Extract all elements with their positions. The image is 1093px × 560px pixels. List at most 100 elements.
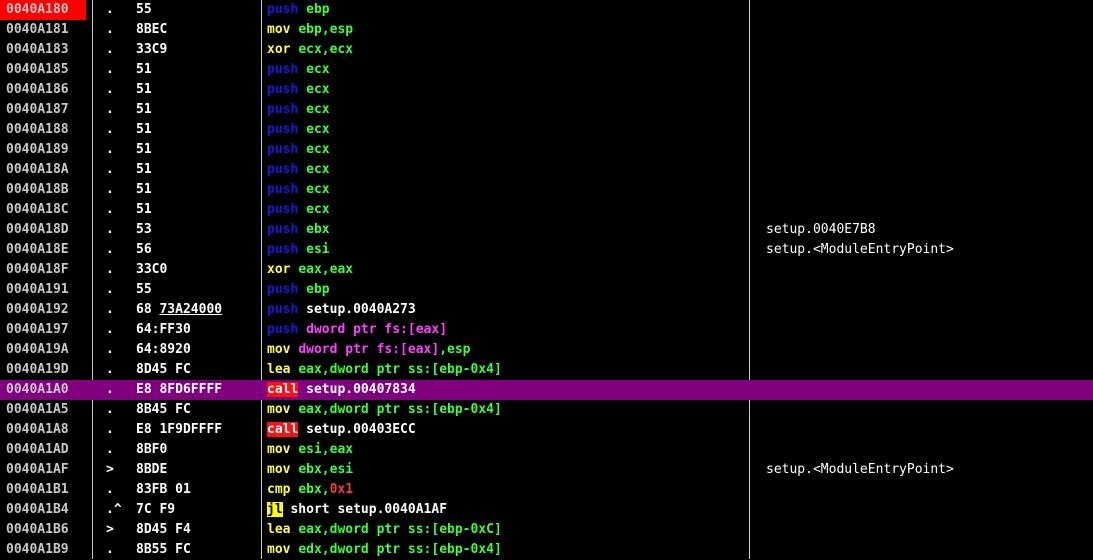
instruction-row[interactable]: 0040A181. 8BEC mov ebp,esp xyxy=(0,20,1093,40)
operand: setup.00407834 xyxy=(298,382,416,397)
instruction-row[interactable]: 0040A180. 55 push ebp xyxy=(0,0,1093,20)
instruction-row[interactable]: 0040A19D. 8D45 FC lea eax,dword ptr ss:[eb… xyxy=(0,360,1093,380)
address: 0040A181 xyxy=(6,22,69,37)
hex-bytes: 8BEC xyxy=(136,20,167,40)
instruction: push ecx xyxy=(267,120,330,140)
mnemonic: mov xyxy=(267,22,291,37)
mnemonic: push xyxy=(267,302,299,317)
hex-bytes: 53 xyxy=(136,220,152,240)
opcode-bytes: 33C0 xyxy=(136,262,168,277)
jump-marker: . xyxy=(106,482,114,497)
jump-marker: . xyxy=(106,362,114,377)
mnemonic: push xyxy=(267,62,299,77)
jump-marker: . xyxy=(106,422,114,437)
jump-marker: . xyxy=(106,2,114,17)
opcode-bytes: 8BDE xyxy=(136,462,168,477)
jump-marker: . xyxy=(106,82,114,97)
address: 0040A18F xyxy=(6,262,69,277)
instruction-row[interactable]: 0040A18A. 51 push ecx xyxy=(0,160,1093,180)
instruction: lea eax,dword ptr ss:[ebp-0xC] xyxy=(267,520,502,540)
instruction: push ecx xyxy=(267,60,330,80)
opcode-bytes: 51 xyxy=(136,202,152,217)
instruction-row[interactable]: 0040A197. 64:FF30 push dword ptr fs:[eax] xyxy=(0,320,1093,340)
comment: setup.0040E7B8 xyxy=(766,222,876,237)
instruction-row[interactable]: 0040A1A8. E8 1F9DFFFF call setup.00403ECC xyxy=(0,420,1093,440)
opcode-bytes: 56 xyxy=(136,242,152,257)
operand: ebp,esp xyxy=(298,22,354,37)
instruction-row[interactable]: 0040A1B6 >8D45 F4 lea eax,dword ptr ss:[eb… xyxy=(0,520,1093,540)
jump-marker: . xyxy=(106,262,114,277)
instruction-row[interactable]: 0040A18D. 53 push ebx setup.0040E7B8 xyxy=(0,220,1093,240)
instruction-row[interactable]: 0040A19A. 64:8920 mov dword ptr fs:[eax],e… xyxy=(0,340,1093,360)
opcode-bytes: 68 xyxy=(136,302,152,317)
instruction-row[interactable]: 0040A18E. 56 push esi setup.<ModuleEntryPoi… xyxy=(0,240,1093,260)
instruction: cmp ebx,0x1 xyxy=(267,480,353,500)
hex-bytes: 64:8920 xyxy=(136,340,191,360)
operand: ecx xyxy=(306,102,330,117)
mnemonic: mov xyxy=(267,402,291,417)
instruction-row[interactable]: 0040A189. 51 push ecx xyxy=(0,140,1093,160)
instruction-row[interactable]: 0040A183. 33C9 xor ecx,ecx xyxy=(0,40,1093,60)
selected-instruction-row[interactable]: 0040A1A0. E8 8FD6FFFF call setup.00407834 xyxy=(0,380,1093,400)
instruction-row[interactable]: 0040A188. 51 push ecx xyxy=(0,120,1093,140)
instruction: push ebp xyxy=(267,0,330,20)
opcode-bytes: 7C F9 xyxy=(136,502,176,517)
mnemonic: cmp xyxy=(267,482,291,497)
instruction-row[interactable]: 0040A187. 51 push ecx xyxy=(0,100,1093,120)
instruction-row[interactable]: 0040A1B9. 8B55 FC mov edx,dword ptr ss:[eb… xyxy=(0,540,1093,560)
opcode-bytes: 51 xyxy=(136,162,152,177)
instruction: call setup.00407834 xyxy=(267,380,416,400)
instruction-row[interactable]: 0040A18B. 51 push ecx xyxy=(0,180,1093,200)
operand: ebp xyxy=(306,282,330,297)
address: 0040A185 xyxy=(6,62,69,77)
operand: esi,eax xyxy=(298,442,354,457)
opcode-bytes: 33C9 xyxy=(136,42,168,57)
mnemonic: push xyxy=(267,182,299,197)
instruction-row[interactable]: 0040A185. 51 push ecx xyxy=(0,60,1093,80)
operand: setup.0040A273 xyxy=(306,302,416,317)
jump-marker: . xyxy=(106,382,114,397)
opcode-bytes: 8D45 FC xyxy=(136,362,191,377)
hex-bytes: 8D45 FC xyxy=(136,360,191,380)
hex-bytes: 33C0 xyxy=(136,260,167,280)
instruction: push ecx xyxy=(267,100,330,120)
operand: short setup.0040A1AF xyxy=(282,502,448,517)
hex-bytes: 51 xyxy=(136,120,152,140)
mnemonic: push xyxy=(267,202,299,217)
instruction-row[interactable]: 0040A1AD. 8BF0 mov esi,eax xyxy=(0,440,1093,460)
instruction-row[interactable]: 0040A18C. 51 push ecx xyxy=(0,200,1093,220)
instruction-row[interactable]: 0040A192. 68 73A24000 push setup.0040A273 xyxy=(0,300,1093,320)
instruction-row[interactable]: 0040A186. 51 push ecx xyxy=(0,80,1093,100)
instruction: push ebx xyxy=(267,220,330,240)
jump-marker: > xyxy=(106,462,114,477)
jump-marker: . xyxy=(106,102,114,117)
operand: ebx xyxy=(306,222,330,237)
opcode-bytes: 51 xyxy=(136,82,152,97)
jump-marker: > xyxy=(106,522,114,537)
instruction: push dword ptr fs:[eax] xyxy=(267,320,447,340)
instruction-row[interactable]: 0040A1B4 .^ 7C F9 jl short setup.0040A1AF xyxy=(0,500,1093,520)
instruction-row[interactable]: 0040A1A5. 8B45 FC mov eax,dword ptr ss:[eb… xyxy=(0,400,1093,420)
opcode-bytes: E8 1F9DFFFF xyxy=(136,422,223,437)
opcode-bytes: 53 xyxy=(136,222,152,237)
hex-bytes: 55 xyxy=(136,0,152,20)
instruction: mov ebp,esp xyxy=(267,20,353,40)
opcode-bytes: E8 8FD6FFFF xyxy=(136,382,223,397)
opcode-bytes: 8BF0 xyxy=(136,442,168,457)
operand: dword ptr fs:[eax] xyxy=(298,342,440,357)
opcode-bytes: 83FB 01 xyxy=(136,482,191,497)
instruction-row[interactable]: 0040A1AF >8BDE mov ebx,esi setup.<ModuleEnt… xyxy=(0,460,1093,480)
mnemonic: push xyxy=(267,2,299,17)
address: 0040A1A5 xyxy=(6,402,69,417)
instruction: mov esi,eax xyxy=(267,440,353,460)
mnemonic: mov xyxy=(267,342,291,357)
address: 0040A187 xyxy=(6,102,69,117)
instruction-row[interactable]: 0040A191. 55 push ebp xyxy=(0,280,1093,300)
operand: ecx xyxy=(306,162,330,177)
jump-marker: . xyxy=(106,222,114,237)
jump-marker: . xyxy=(106,122,114,137)
instruction-row[interactable]: 0040A1B1. 83FB 01 cmp ebx,0x1 xyxy=(0,480,1093,500)
address: 0040A18C xyxy=(6,202,69,217)
disassembly-pane[interactable]: 0040A180. 55 push ebp 0040A181. 8BEC mov ebp,… xyxy=(0,0,1093,559)
instruction-row[interactable]: 0040A18F. 33C0 xor eax,eax xyxy=(0,260,1093,280)
